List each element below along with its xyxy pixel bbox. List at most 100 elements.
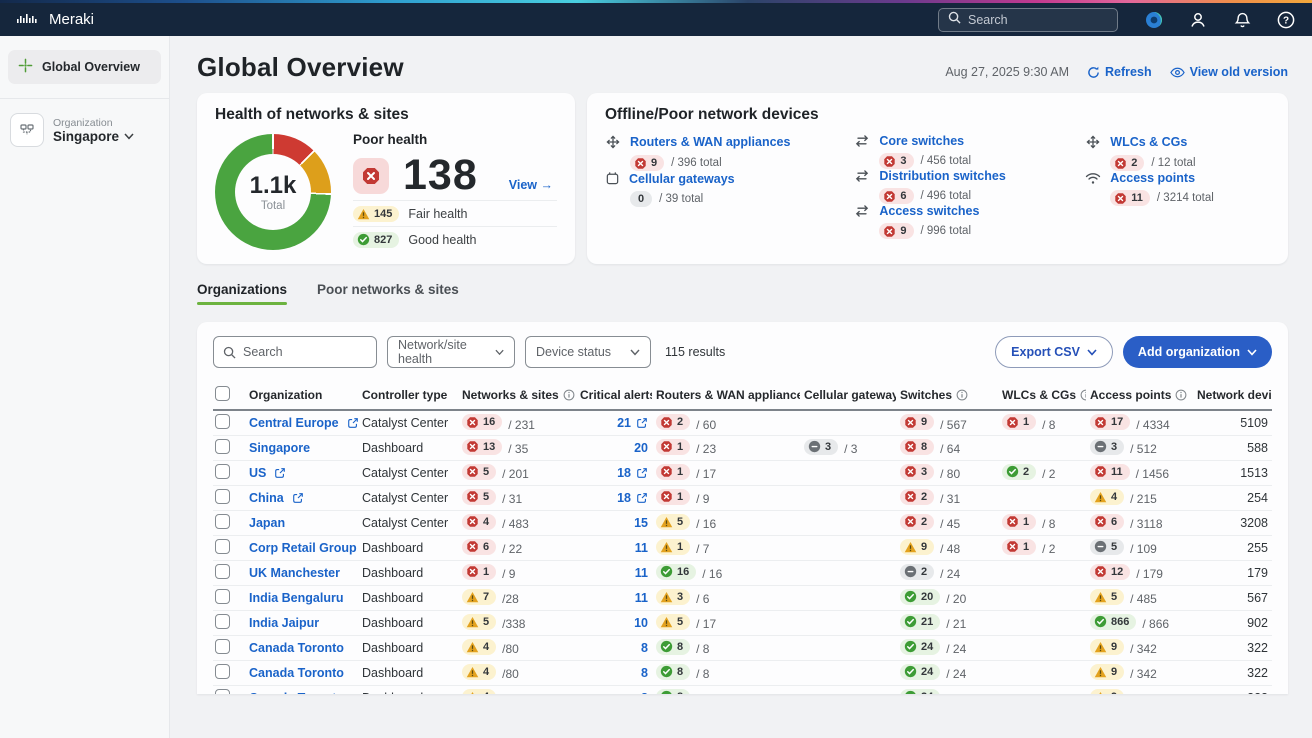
device-type-link[interactable]: Routers & WAN appliances — [605, 134, 854, 150]
organization-link[interactable]: India Bengaluru — [249, 591, 343, 605]
critical-alerts-link[interactable]: 11 — [635, 591, 648, 605]
row-checkbox[interactable] — [215, 414, 230, 429]
table-row: SingaporeDashboard13/ 35201/ 233/ 38/ 64… — [213, 435, 1272, 460]
help-icon[interactable]: ? — [1276, 10, 1296, 30]
device-status-filter[interactable]: Device status — [525, 336, 651, 368]
access-points-cell: 11/ 1456 — [1086, 460, 1193, 485]
row-checkbox[interactable] — [215, 589, 230, 604]
cellular-gateways-cell — [800, 485, 896, 510]
row-checkbox[interactable] — [215, 539, 230, 554]
organization-link[interactable]: Canada Toronto — [249, 641, 344, 655]
critical-icon — [466, 440, 479, 453]
critical-icon — [883, 225, 896, 238]
notifications-bell-icon[interactable] — [1232, 10, 1252, 30]
row-checkbox[interactable] — [215, 439, 230, 454]
organization-link[interactable]: Singapore — [249, 441, 310, 455]
critical-alerts-link[interactable]: 8 — [641, 666, 648, 680]
warning-icon — [1094, 491, 1107, 503]
network-site-health-filter[interactable]: Network/site health — [387, 336, 515, 368]
brand[interactable]: Meraki — [16, 11, 94, 29]
controller-type-cell: Catalyst Center — [358, 460, 458, 485]
refresh-button[interactable]: Refresh — [1087, 65, 1152, 79]
organization-link[interactable]: Canada Toronto — [249, 691, 344, 695]
minus-icon — [1094, 440, 1107, 453]
cellular-gateways-total: / 3 — [844, 442, 857, 456]
critical-alerts-link[interactable]: 8 — [641, 641, 648, 655]
organization-link[interactable]: India Jaipur — [249, 616, 319, 630]
switches-cell: 21/ 21 — [896, 610, 998, 635]
check-icon — [904, 665, 917, 678]
organization-link[interactable]: Corp Retail Group — [249, 541, 357, 555]
tab-poor-networks-sites[interactable]: Poor networks & sites — [317, 282, 459, 305]
routers-total: / 8 — [696, 642, 709, 656]
switches-cell: 2/ 45 — [896, 510, 998, 535]
organization-switcher[interactable]: Organization Singapore — [0, 113, 169, 147]
device-total: / 496 total — [921, 190, 972, 202]
good-badge: 16 — [656, 564, 696, 580]
networks-total: /338 — [502, 617, 525, 631]
row-checkbox[interactable] — [215, 639, 230, 654]
critical-alerts-link[interactable]: 10 — [634, 616, 648, 630]
critical-alerts-link[interactable]: 15 — [634, 516, 648, 530]
device-type-link[interactable]: Core switches — [854, 134, 1085, 148]
organization-link[interactable]: China — [249, 491, 304, 505]
health-card: Health of networks & sites 1.1k Total Po… — [197, 93, 575, 264]
organization-link[interactable]: US — [249, 466, 286, 480]
row-checkbox[interactable] — [215, 489, 230, 504]
row-checkbox[interactable] — [215, 464, 230, 479]
access-points-total: / 342 — [1130, 692, 1157, 694]
device-type-link[interactable]: Cellular gateways — [605, 171, 854, 186]
organization-link[interactable]: UK Manchester — [249, 566, 340, 580]
table-search-input[interactable] — [243, 345, 353, 359]
add-organization-button[interactable]: Add organization — [1123, 336, 1272, 368]
global-search[interactable] — [938, 8, 1118, 32]
critical-alerts-link[interactable]: 18 — [617, 491, 648, 505]
device-total: / 39 total — [659, 193, 703, 205]
view-link[interactable]: View → — [509, 178, 553, 200]
access-points-total: / 866 — [1142, 617, 1169, 631]
critical-alerts-link[interactable]: 20 — [634, 441, 648, 455]
critical-badge: 9 — [630, 155, 664, 171]
organization-link[interactable]: Canada Toronto — [249, 666, 344, 680]
warning-badge: 9 — [1090, 664, 1124, 680]
view-old-version-button[interactable]: View old version — [1170, 65, 1288, 79]
table-row: India JaipurDashboard5/338105/ 1721/ 218… — [213, 610, 1272, 635]
critical-alerts-link[interactable]: 21 — [617, 416, 648, 430]
search-input[interactable] — [968, 13, 1088, 27]
critical-alerts-link[interactable]: 8 — [641, 691, 648, 695]
select-all-checkbox[interactable] — [215, 386, 230, 401]
critical-alerts-link[interactable]: 18 — [617, 466, 648, 480]
device-type-link[interactable]: WLCs & CGs — [1085, 134, 1270, 150]
critical-alerts-link[interactable]: 11 — [635, 566, 648, 580]
switches-cell: 9/ 48 — [896, 535, 998, 560]
sidebar-item-global-overview[interactable]: Global Overview — [8, 50, 161, 84]
tab-organizations[interactable]: Organizations — [197, 282, 287, 305]
row-checkbox[interactable] — [215, 689, 230, 695]
critical-icon — [660, 440, 673, 453]
critical-alerts-link[interactable]: 11 — [635, 541, 648, 555]
organization-link[interactable]: Central Europe — [249, 416, 358, 430]
critical-icon — [660, 416, 673, 429]
critical-badge: 11 — [1090, 464, 1130, 480]
device-count-row: 11/ 3214 total — [1110, 190, 1270, 206]
user-icon[interactable] — [1188, 10, 1208, 30]
row-checkbox[interactable] — [215, 564, 230, 579]
column-header-networks-sites[interactable]: Networks & sites — [458, 381, 576, 410]
row-checkbox[interactable] — [215, 514, 230, 529]
organizations-table-card: Network/site health Device status 115 re… — [197, 322, 1288, 694]
device-type-link[interactable]: Access points — [1085, 171, 1270, 185]
export-csv-button[interactable]: Export CSV — [995, 336, 1113, 368]
row-checkbox[interactable] — [215, 664, 230, 679]
critical-icon — [466, 416, 479, 429]
table-search[interactable] — [213, 336, 377, 368]
svg-text:?: ? — [1283, 15, 1289, 26]
device-type-link[interactable]: Access switches — [854, 204, 1085, 218]
row-checkbox[interactable] — [215, 614, 230, 629]
switch-icon — [854, 169, 870, 183]
assistant-icon[interactable] — [1144, 10, 1164, 30]
device-type-link[interactable]: Distribution switches — [854, 169, 1085, 183]
check-icon — [904, 640, 917, 653]
organization-link[interactable]: Japan — [249, 516, 285, 530]
warning-icon — [660, 591, 673, 603]
check-icon — [904, 590, 917, 603]
